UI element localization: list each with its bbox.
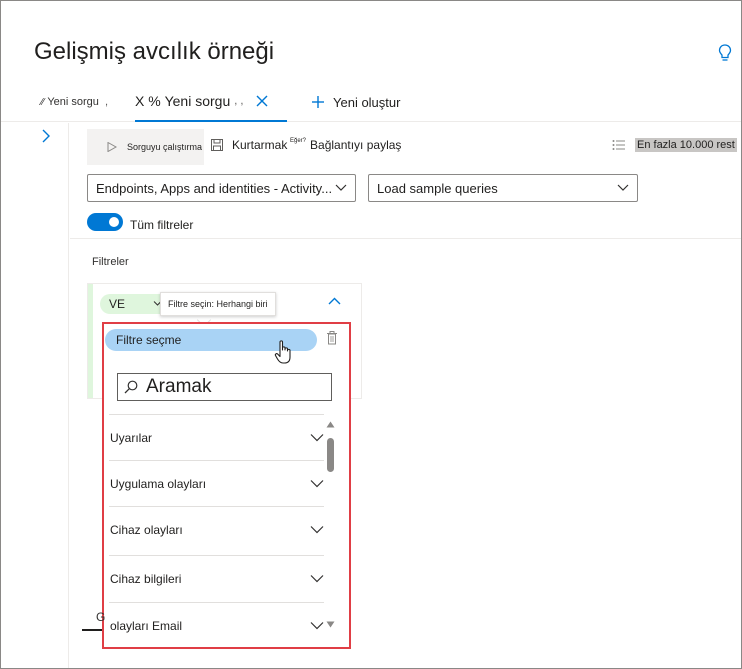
all-filters-label: Tüm filtreler — [130, 218, 194, 232]
chevron-down-icon — [310, 434, 324, 442]
sample-queries-value: Load sample queries — [377, 180, 498, 196]
search-icon — [124, 380, 138, 394]
save-button[interactable]: Kurtarmak — [211, 138, 287, 152]
chevron-down-icon — [310, 575, 324, 583]
tab-label: Yeni sorgu — [164, 93, 231, 109]
filters-heading: Filtreler — [92, 256, 129, 268]
close-icon[interactable] — [255, 94, 269, 108]
filter-search-box[interactable] — [117, 373, 332, 401]
list-item-device-info[interactable]: Cihaz bilgileri — [109, 555, 324, 601]
toggle-knob — [109, 217, 119, 227]
filter-group-strip — [88, 284, 93, 398]
chevron-down-icon — [335, 184, 347, 191]
share-label: Bağlantıyı paylaş — [310, 138, 402, 152]
save-label: Kurtarmak — [232, 138, 288, 152]
run-query-button[interactable]: Sorguyu çalıştırma — [87, 129, 204, 165]
all-filters-toggle[interactable] — [87, 213, 123, 231]
filter-category-list: Uyarılar Uygulama olayları Cihaz olaylar… — [109, 414, 324, 646]
scroll-down-arrow-icon[interactable] — [326, 621, 335, 628]
sample-queries-dropdown[interactable]: Load sample queries — [368, 174, 638, 202]
list-item-app-events[interactable]: Uygulama olayları — [109, 460, 324, 506]
list-item-label: Cihaz olayları — [110, 522, 183, 537]
partial-tab-label: G — [96, 610, 106, 624]
tab-label: Yeni sorgu — [47, 96, 99, 108]
tab-prefix: X % — [135, 93, 161, 109]
list-item-device-events[interactable]: Cihaz olayları — [109, 506, 324, 552]
chevron-down-icon — [310, 622, 324, 630]
new-query-label: Yeni oluştur — [333, 94, 401, 110]
query-icon: ∕∕ — [41, 96, 45, 108]
partial-tab-underline — [82, 629, 102, 631]
share-superscript: Eğer? — [290, 138, 307, 144]
filter-select-label: Filtre seçme — [116, 333, 182, 347]
tab-separator: , — [104, 96, 108, 108]
share-link-button[interactable]: Eğer? Bağlantıyı paylaş — [290, 138, 401, 152]
list-item-label: olayları Email — [110, 618, 183, 633]
list-item-email-events[interactable]: olayları Email — [109, 602, 324, 648]
and-operator-label: VE — [109, 297, 126, 311]
list-item-alerts[interactable]: Uyarılar — [109, 414, 324, 460]
chevron-down-icon — [310, 480, 324, 488]
scroll-up-arrow-icon[interactable] — [326, 421, 335, 428]
chevron-right-icon[interactable] — [40, 128, 52, 144]
trash-icon[interactable] — [326, 331, 338, 345]
run-query-label: Sorguyu çalıştırma — [127, 142, 203, 152]
lightbulb-icon[interactable] — [718, 44, 732, 62]
hand-cursor-icon — [274, 340, 291, 364]
filter-tooltip: Filtre seçin: Herhangi biri — [160, 292, 276, 316]
filter-search-input[interactable] — [146, 376, 316, 398]
plus-icon — [312, 96, 324, 108]
schema-dropdown[interactable]: Endpoints, Apps and identities - Activit… — [87, 174, 356, 202]
chevron-down-icon — [310, 526, 324, 534]
results-limit[interactable]: En fazla 10.000 rest — [612, 138, 737, 152]
schema-dropdown-value: Endpoints, Apps and identities - Activit… — [96, 180, 333, 196]
list-item-label: Cihaz bilgileri — [110, 571, 182, 586]
results-limit-label: En fazla 10.000 rest — [635, 138, 737, 152]
side-rail — [1, 123, 69, 668]
tab-new-query-2[interactable]: X % Yeni sorgu , , — [135, 82, 287, 122]
section-divider — [70, 238, 741, 239]
list-item-label: Uygulama olayları — [110, 476, 207, 491]
chevron-up-icon[interactable] — [328, 297, 341, 305]
save-icon — [211, 139, 223, 151]
page-title: Gelişmiş avcılık örneği — [34, 38, 275, 65]
new-query-button[interactable]: Yeni oluştur — [311, 82, 400, 122]
tab-trail: , , — [234, 95, 244, 107]
play-icon — [107, 142, 117, 152]
list-icon — [612, 140, 625, 150]
list-item-label: Uyarılar — [110, 430, 153, 445]
chevron-down-icon — [617, 184, 629, 191]
query-tabs-bar: ∕∕ Yeni sorgu , X % Yeni sorgu , , Yeni … — [1, 82, 741, 122]
tab-new-query-1[interactable]: ∕∕ Yeni sorgu , — [41, 82, 108, 122]
scrollbar-thumb[interactable] — [327, 438, 334, 472]
